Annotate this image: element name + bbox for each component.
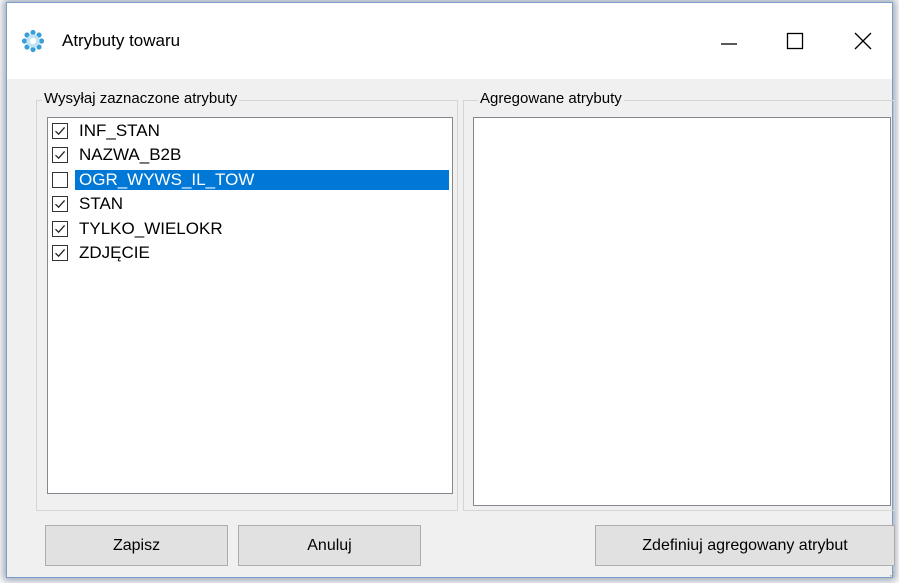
close-button[interactable] xyxy=(833,15,893,67)
list-item[interactable]: ZDJĘCIE xyxy=(49,241,451,265)
aggregated-attributes-list[interactable] xyxy=(473,117,891,506)
list-item[interactable]: OGR_WYWS_IL_TOW xyxy=(49,168,451,192)
checkmark-icon xyxy=(55,224,66,233)
list-item-label: OGR_WYWS_IL_TOW xyxy=(75,169,449,190)
list-item[interactable]: NAZWA_B2B xyxy=(49,143,451,167)
list-item-label: STAN xyxy=(79,194,124,214)
checkbox[interactable] xyxy=(52,147,68,164)
checkbox[interactable] xyxy=(52,220,68,237)
list-item-label: NAZWA_B2B xyxy=(79,145,182,165)
cancel-button[interactable]: Anuluj xyxy=(238,525,421,566)
save-button[interactable]: Zapisz xyxy=(45,525,228,566)
list-item-label: TYLKO_WIELOKR xyxy=(79,218,223,238)
send-attributes-group-label: Wysyłaj zaznaczone atrybuty xyxy=(42,90,240,108)
dialog-window: Atrybuty towaru Wysyłaj zaznaczone atryb… xyxy=(6,2,895,578)
aggregated-attributes-group-label: Agregowane atrybuty xyxy=(478,90,624,108)
window-title: Atrybuty towaru xyxy=(62,31,181,50)
checkmark-icon xyxy=(55,151,66,160)
checkbox[interactable] xyxy=(52,171,68,188)
checkmark-icon xyxy=(55,126,66,136)
checkbox[interactable] xyxy=(52,123,68,139)
checkmark-icon xyxy=(55,200,66,209)
resize-grip-icon[interactable] xyxy=(887,569,895,577)
maximize-icon xyxy=(786,32,804,50)
define-aggregated-attribute-button[interactable]: Zdefiniuj agregowany atrybut xyxy=(595,525,895,566)
list-item-label: INF_STAN xyxy=(79,121,160,140)
list-item-label: ZDJĘCIE xyxy=(79,243,150,262)
minimize-icon xyxy=(721,43,737,45)
list-item[interactable]: TYLKO_WIELOKR xyxy=(49,217,451,241)
checkbox[interactable] xyxy=(52,245,68,261)
checkbox[interactable] xyxy=(52,196,68,213)
app-gear-icon xyxy=(21,29,45,53)
close-icon xyxy=(854,32,872,50)
maximize-button[interactable] xyxy=(765,15,825,67)
list-item[interactable]: INF_STAN xyxy=(49,119,451,143)
minimize-button[interactable] xyxy=(699,15,759,67)
title-bar[interactable]: Atrybuty towaru xyxy=(7,3,892,79)
list-item[interactable]: STAN xyxy=(49,192,451,216)
attributes-checklist[interactable]: INF_STAN NAZWA_B2B OGR_WYWS_IL_TOW STAN TYLK… xyxy=(47,117,453,494)
checkmark-icon xyxy=(55,248,66,258)
